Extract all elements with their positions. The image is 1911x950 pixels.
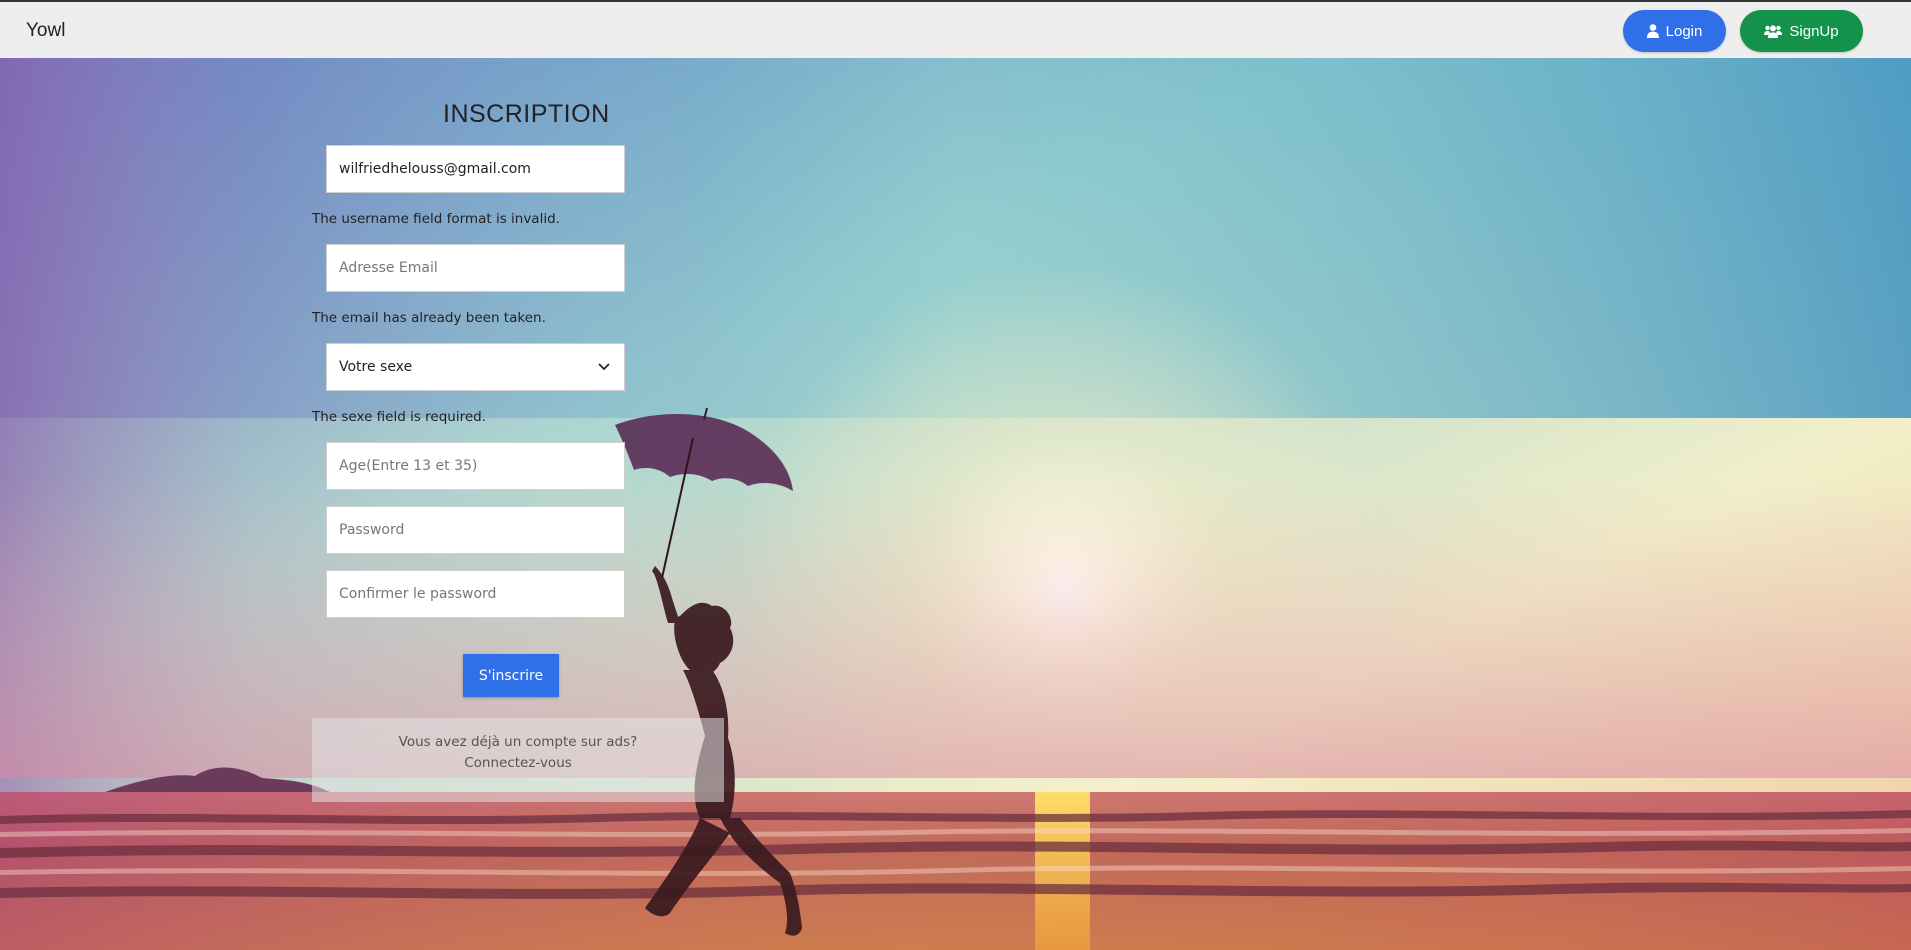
sexe-select[interactable]: Votre sexe xyxy=(326,343,625,391)
login-prompt-link[interactable]: Connectez-vous xyxy=(312,755,724,771)
confirm-password-input[interactable] xyxy=(339,586,609,602)
confirm-password-field[interactable] xyxy=(326,570,625,618)
username-input[interactable] xyxy=(339,161,609,177)
form-title: INSCRIPTION xyxy=(443,100,610,128)
signup-button[interactable]: SignUp xyxy=(1740,10,1863,52)
signup-submit-button[interactable]: S'inscrire xyxy=(463,654,559,697)
login-prompt-question: Vous avez déjà un compte sur ads? xyxy=(398,734,638,750)
navbar: Yowl Login SignUp xyxy=(0,0,1911,58)
age-field[interactable] xyxy=(326,442,625,490)
login-label: Login xyxy=(1665,22,1703,40)
login-prompt-box: Vous avez déjà un compte sur ads? Connec… xyxy=(312,718,724,802)
user-icon xyxy=(1646,24,1659,38)
login-button[interactable]: Login xyxy=(1623,10,1726,52)
sexe-error: The sexe field is required. xyxy=(312,409,487,425)
username-field[interactable] xyxy=(326,145,625,193)
page: Yowl Login SignUp INSCRIPTION wilfriedhe… xyxy=(0,0,1911,950)
password-field[interactable] xyxy=(326,506,625,554)
beach-sunset-image xyxy=(0,58,1911,950)
age-input[interactable] xyxy=(339,458,609,474)
email-field[interactable] xyxy=(326,244,625,292)
brand-logo[interactable]: Yowl xyxy=(26,20,65,42)
password-input[interactable] xyxy=(339,522,609,538)
email-input[interactable] xyxy=(339,260,609,276)
username-error: The username field format is invalid. xyxy=(312,211,560,227)
users-icon xyxy=(1764,24,1783,38)
sexe-select-value: Votre sexe xyxy=(339,359,413,375)
hero-background xyxy=(0,58,1911,950)
email-error: The email has already been taken. xyxy=(312,310,546,326)
signup-label: SignUp xyxy=(1789,22,1839,40)
chevron-down-icon xyxy=(598,359,610,375)
